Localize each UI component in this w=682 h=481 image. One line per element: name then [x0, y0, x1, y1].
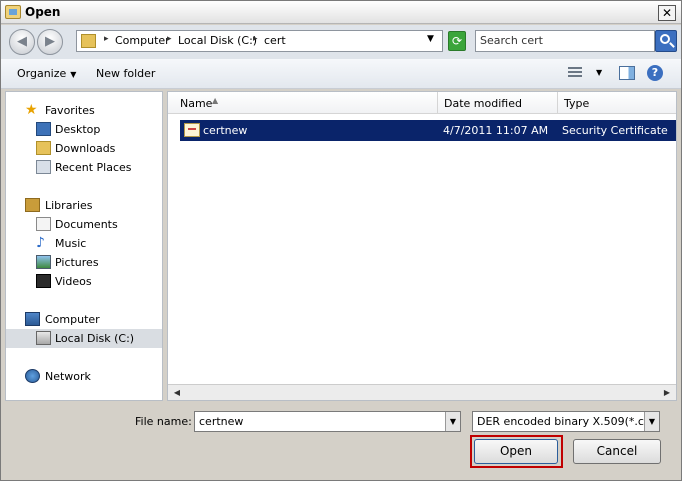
music-icon: ♪: [36, 235, 45, 251]
preview-pane-icon[interactable]: [619, 66, 635, 80]
breadcrumb-cert[interactable]: cert: [264, 34, 286, 47]
forward-button[interactable]: ▶: [37, 29, 63, 55]
pictures-icon: [36, 255, 51, 269]
videos-icon: [36, 274, 51, 288]
back-button[interactable]: ◀: [9, 29, 35, 55]
dialog-icon: [5, 5, 21, 19]
desktop-icon: [36, 122, 51, 136]
address-row: ◀ ▶ ▸ Computer ▸ Local Disk (C:) ▸ cert …: [1, 25, 681, 59]
file-name: certnew: [203, 124, 248, 137]
new-folder-button[interactable]: New folder: [96, 67, 155, 80]
computer-icon: [25, 312, 40, 326]
chevron-down-icon[interactable]: ▼: [596, 68, 602, 77]
navigation-pane: ★ Favorites Desktop Downloads Recent Pla…: [5, 91, 163, 401]
file-name-label: File name:: [135, 415, 192, 428]
nav-recent-places[interactable]: Recent Places: [6, 158, 162, 177]
refresh-button[interactable]: ⟳: [448, 31, 466, 51]
search-input[interactable]: Search cert: [475, 30, 655, 52]
open-button[interactable]: Open: [474, 439, 558, 464]
change-view-icon[interactable]: [568, 67, 582, 79]
file-date: 4/7/2011 11:07 AM: [443, 124, 549, 137]
forward-arrow-icon: ▶: [45, 34, 55, 49]
nav-local-disk[interactable]: Local Disk (C:): [6, 329, 162, 348]
scroll-right-icon[interactable]: ▶: [660, 387, 674, 399]
close-icon: ✕: [661, 6, 673, 20]
cancel-button[interactable]: Cancel: [573, 439, 661, 464]
nav-documents[interactable]: Documents: [6, 215, 162, 234]
file-name-input[interactable]: certnew: [194, 411, 461, 432]
back-arrow-icon: ◀: [17, 34, 27, 49]
address-dropdown-icon[interactable]: ▼: [427, 34, 434, 44]
nav-downloads[interactable]: Downloads: [6, 139, 162, 158]
horizontal-scrollbar[interactable]: ◀ ▶: [168, 384, 676, 400]
libraries-icon: [25, 198, 40, 212]
star-icon: ★: [25, 102, 38, 118]
breadcrumb-computer[interactable]: Computer: [115, 34, 170, 47]
refresh-icon: ⟳: [451, 34, 463, 48]
chevron-down-icon[interactable]: ▼: [644, 412, 659, 431]
network-icon: [25, 369, 40, 383]
breadcrumb-separator-icon: ▸: [104, 34, 109, 44]
nav-libraries[interactable]: Libraries: [6, 196, 162, 215]
certificate-file-icon: [184, 123, 200, 137]
column-header-name[interactable]: Name ▲: [168, 92, 438, 114]
search-button[interactable]: [655, 30, 677, 52]
scroll-left-icon[interactable]: ◀: [170, 387, 184, 399]
nav-pictures[interactable]: Pictures: [6, 253, 162, 272]
recent-places-icon: [36, 160, 51, 174]
open-file-dialog: Open ✕ ◀ ▶ ▸ Computer ▸ Local Disk (C:) …: [0, 0, 682, 481]
nav-desktop[interactable]: Desktop: [6, 120, 162, 139]
dialog-title: Open: [25, 5, 61, 19]
file-type: Security Certificate: [562, 124, 668, 137]
column-header-date[interactable]: Date modified: [438, 92, 558, 114]
column-header-type[interactable]: Type: [558, 92, 676, 114]
title-bar: Open ✕: [1, 1, 681, 24]
file-type-select[interactable]: DER encoded binary X.509(*.cer: [472, 411, 660, 432]
table-row[interactable]: certnew 4/7/2011 11:07 AM Security Certi…: [180, 120, 676, 141]
breadcrumb-separator-icon[interactable]: ▸: [253, 34, 258, 44]
help-icon[interactable]: ?: [647, 65, 663, 81]
breadcrumb-local-disk[interactable]: Local Disk (C:): [178, 34, 257, 47]
nav-computer[interactable]: Computer: [6, 310, 162, 329]
hard-disk-icon: [36, 331, 51, 345]
close-button[interactable]: ✕: [658, 5, 676, 21]
documents-icon: [36, 217, 51, 231]
address-bar[interactable]: ▸ Computer ▸ Local Disk (C:) ▸ cert ▼: [76, 30, 443, 52]
command-bar: Organize ▼ New folder ▼ ?: [1, 59, 681, 89]
nav-network[interactable]: Network: [6, 367, 162, 386]
sort-ascending-icon: ▲: [212, 96, 219, 105]
file-list: Name ▲ Date modified Type certnew 4/7/20…: [167, 91, 677, 401]
chevron-down-icon[interactable]: ▼: [445, 412, 460, 431]
downloads-folder-icon: [36, 141, 51, 155]
nav-music[interactable]: ♪ Music: [6, 234, 162, 253]
chevron-down-icon: ▼: [70, 70, 77, 79]
nav-videos[interactable]: Videos: [6, 272, 162, 291]
organize-button[interactable]: Organize ▼: [17, 67, 76, 80]
nav-favorites[interactable]: ★ Favorites: [6, 101, 162, 120]
breadcrumb-separator-icon[interactable]: ▸: [167, 34, 172, 44]
folder-icon: [81, 34, 96, 48]
